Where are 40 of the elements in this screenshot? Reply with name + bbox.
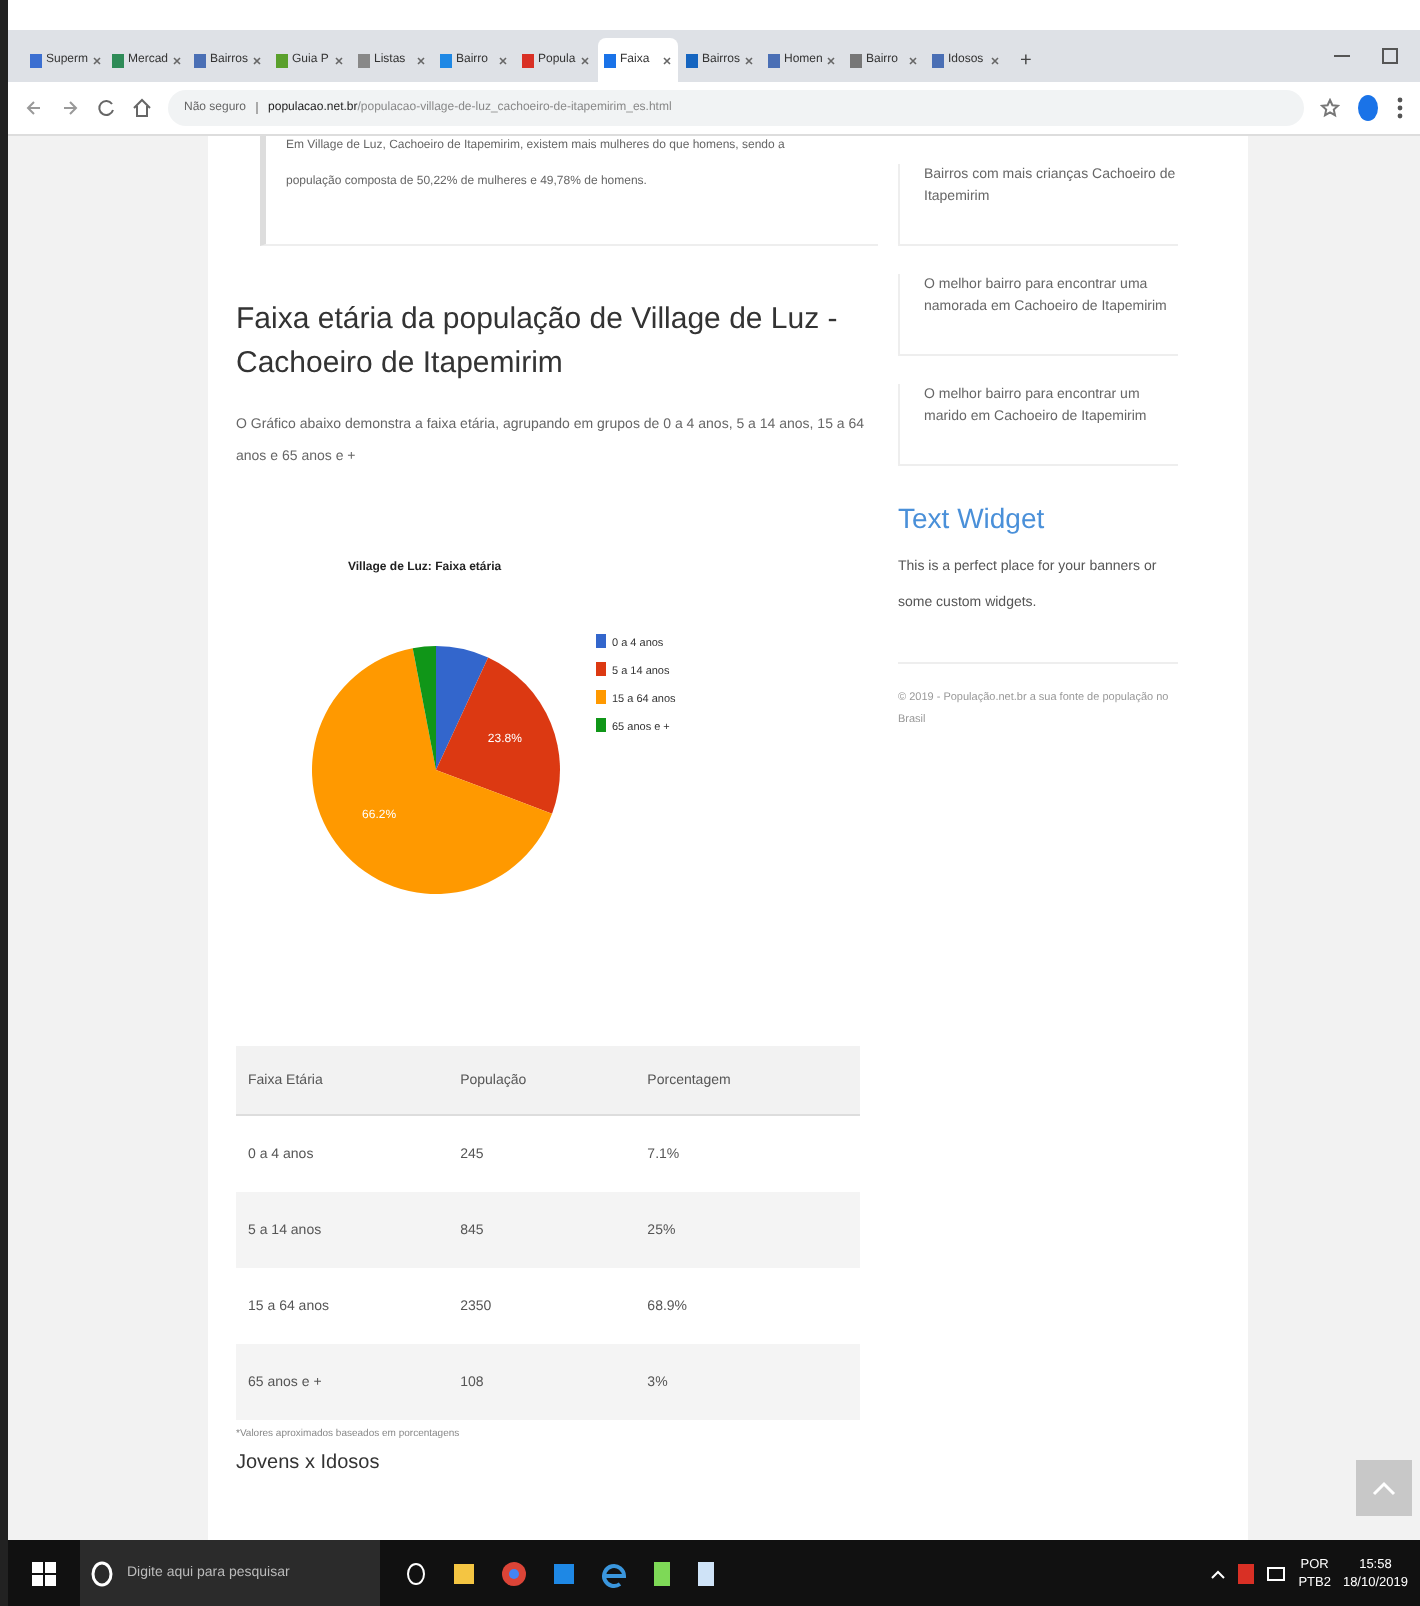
- close-icon[interactable]: [252, 55, 263, 65]
- close-icon[interactable]: [990, 55, 1000, 65]
- chevron-up-icon[interactable]: [1210, 1567, 1227, 1579]
- browser-app-icon[interactable]: [500, 1557, 528, 1589]
- new-tab-button[interactable]: +: [1008, 38, 1044, 82]
- folder-icon[interactable]: [452, 1559, 476, 1587]
- network-icon[interactable]: [1266, 1563, 1287, 1583]
- windows-logo-icon[interactable]: [32, 1561, 56, 1585]
- close-icon[interactable]: [334, 55, 344, 65]
- close-icon[interactable]: [744, 55, 755, 65]
- close-icon[interactable]: [172, 55, 183, 65]
- task-view-icon[interactable]: [404, 1559, 428, 1587]
- section-heading: Faixa etária da população de Village de Luz - Cachoeiro de Itapemirim: [236, 300, 840, 384]
- legend-swatch: [596, 662, 606, 676]
- close-icon[interactable]: [908, 55, 918, 65]
- menu-icon[interactable]: [1396, 96, 1404, 120]
- forward-icon[interactable]: [60, 98, 80, 118]
- close-icon[interactable]: [416, 55, 426, 65]
- close-icon[interactable]: [826, 55, 837, 65]
- cortana-circle-icon[interactable]: [90, 1559, 113, 1587]
- widget-title: Text Widget: [898, 502, 1047, 534]
- account-icon[interactable]: [1356, 94, 1380, 122]
- close-icon[interactable]: [580, 55, 590, 65]
- legend-swatch: [596, 634, 606, 648]
- close-icon[interactable]: [92, 55, 103, 65]
- reload-icon[interactable]: [96, 98, 116, 118]
- star-icon[interactable]: [1320, 98, 1340, 118]
- maximize-icon[interactable]: [1380, 46, 1400, 66]
- close-icon[interactable]: [662, 55, 672, 65]
- chevron-up-icon: [1370, 1478, 1398, 1498]
- legend-swatch: [596, 718, 606, 732]
- document-app-icon[interactable]: [696, 1559, 716, 1587]
- close-icon[interactable]: [498, 55, 508, 65]
- document-app-icon[interactable]: [652, 1559, 672, 1587]
- notification-badge-icon[interactable]: [1238, 1561, 1255, 1585]
- store-app-icon[interactable]: [552, 1559, 576, 1587]
- home-icon[interactable]: [132, 98, 152, 118]
- legend-swatch: [596, 690, 606, 704]
- section-heading: Jovens x Idosos: [236, 1452, 382, 1474]
- back-icon[interactable]: [24, 98, 44, 118]
